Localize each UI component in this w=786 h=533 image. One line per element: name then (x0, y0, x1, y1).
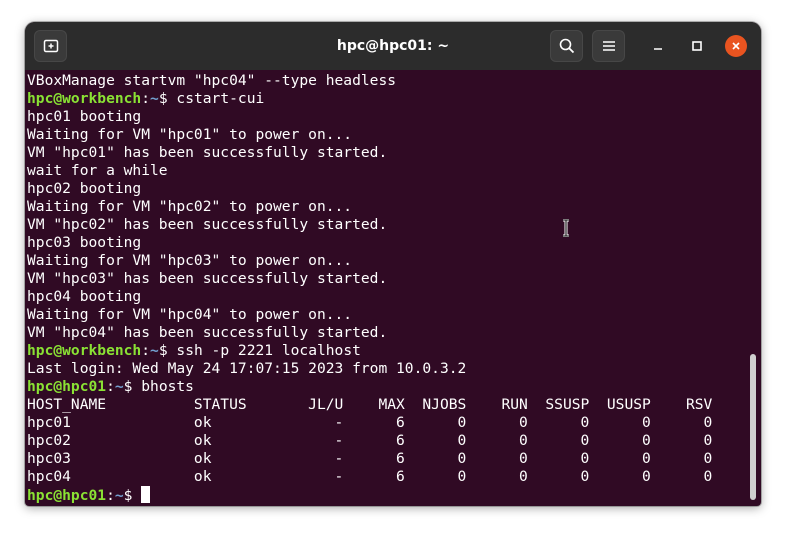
prompt-user: hpc@hpc01 (27, 487, 107, 504)
output-text: VM "hpc02" has been successfully started… (27, 216, 388, 233)
output-text: Waiting for VM "hpc03" to power on... (27, 252, 353, 269)
prompt-path: ~ (150, 342, 159, 359)
prompt-line: hpc@workbench:~$ ssh -p 2221 localhost (27, 342, 739, 360)
maximize-icon (692, 41, 702, 51)
output-line: VM "hpc01" has been successfully started… (27, 144, 739, 162)
prompt-separator: : (106, 487, 115, 504)
output-text: hpc01 ok - 6 0 0 0 0 0 (27, 414, 713, 431)
prompt-separator: : (141, 90, 151, 107)
prompt-user: hpc@workbench (27, 342, 142, 359)
output-line: hpc04 booting (27, 288, 739, 306)
output-text: VM "hpc03" has been successfully started… (27, 270, 388, 287)
output-text: VM "hpc04" has been successfully started… (27, 324, 388, 341)
output-line: hpc01 ok - 6 0 0 0 0 0 (27, 414, 739, 432)
output-line: hpc03 booting (27, 234, 739, 252)
output-text: Waiting for VM "hpc02" to power on... (27, 198, 353, 215)
output-line: Last login: Wed May 24 17:07:15 2023 fro… (27, 360, 739, 378)
maximize-button[interactable] (686, 35, 708, 57)
hamburger-menu-icon (602, 41, 615, 51)
output-text: wait for a while (27, 162, 168, 179)
search-icon (559, 38, 574, 54)
search-button[interactable] (550, 30, 583, 62)
prompt-user: hpc@workbench (27, 90, 142, 107)
prompt-user: hpc@hpc01 (27, 378, 107, 395)
prompt-separator: : (141, 342, 151, 359)
output-line: VM "hpc02" has been successfully started… (27, 216, 739, 234)
output-line: Waiting for VM "hpc03" to power on... (27, 252, 739, 270)
output-text: hpc01 booting (27, 108, 142, 125)
new-tab-button[interactable] (34, 30, 67, 62)
header-bar: hpc@hpc01: ~ (25, 22, 761, 70)
prompt-symbol: $ (158, 90, 177, 107)
terminal-window: hpc@hpc01: ~ VBoxManage startvm "hpc04" … (25, 22, 761, 506)
prompt-path: ~ (150, 90, 159, 107)
menu-button[interactable] (592, 30, 625, 62)
command-text: cstart-cui (176, 90, 265, 107)
prompt-path: ~ (114, 378, 124, 395)
output-text: VM "hpc01" has been successfully started… (27, 144, 388, 161)
output-text: HOST_NAME STATUS JL/U MAX NJOBS RUN SSUS… (27, 396, 713, 413)
command-text: ssh -p 2221 localhost (176, 342, 361, 359)
command-text: bhosts (141, 378, 194, 395)
output-text: hpc02 ok - 6 0 0 0 0 0 (27, 432, 713, 449)
prompt-line: hpc@workbench:~$ cstart-cui (27, 90, 739, 108)
output-text: Waiting for VM "hpc01" to power on... (27, 126, 353, 143)
output-line: VM "hpc04" has been successfully started… (27, 324, 739, 342)
text-cursor-icon (563, 219, 569, 237)
prompt-path: ~ (114, 487, 124, 504)
output-text: hpc02 booting (27, 180, 142, 197)
output-line: hpc02 booting (27, 180, 739, 198)
output-line: HOST_NAME STATUS JL/U MAX NJOBS RUN SSUS… (27, 396, 739, 414)
close-icon (732, 42, 740, 50)
output-text: Last login: Wed May 24 17:07:15 2023 fro… (27, 360, 467, 377)
output-line: hpc04 ok - 6 0 0 0 0 0 (27, 468, 739, 486)
output-line: VBoxManage startvm "hpc04" --type headle… (27, 72, 739, 90)
output-line: Waiting for VM "hpc02" to power on... (27, 198, 739, 216)
output-text: Waiting for VM "hpc04" to power on... (27, 306, 353, 323)
output-line: hpc02 ok - 6 0 0 0 0 0 (27, 432, 739, 450)
minimize-button[interactable] (647, 35, 669, 57)
minimize-icon (654, 48, 662, 50)
terminal-output[interactable]: VBoxManage startvm "hpc04" --type headle… (27, 70, 739, 506)
prompt-symbol: $ (123, 487, 142, 504)
output-line: Waiting for VM "hpc04" to power on... (27, 306, 739, 324)
close-button[interactable] (725, 35, 747, 57)
output-text: hpc04 booting (27, 288, 142, 305)
output-text: hpc03 booting (27, 234, 142, 251)
scrollbar[interactable] (750, 354, 756, 500)
output-line: Waiting for VM "hpc01" to power on... (27, 126, 739, 144)
output-text: hpc03 ok - 6 0 0 0 0 0 (27, 450, 713, 467)
output-line: hpc01 booting (27, 108, 739, 126)
prompt-line: hpc@hpc01:~$ bhosts (27, 378, 739, 396)
output-line: wait for a while (27, 162, 739, 180)
prompt-separator: : (106, 378, 115, 395)
terminal-cursor (141, 486, 151, 503)
output-line: hpc03 ok - 6 0 0 0 0 0 (27, 450, 739, 468)
prompt-symbol: $ (158, 342, 177, 359)
output-line: VM "hpc03" has been successfully started… (27, 270, 739, 288)
output-text: VBoxManage startvm "hpc04" --type headle… (27, 72, 397, 89)
prompt-symbol: $ (123, 378, 142, 395)
output-text: hpc04 ok - 6 0 0 0 0 0 (27, 468, 713, 485)
new-tab-icon (43, 39, 58, 53)
prompt-line: hpc@hpc01:~$ (27, 486, 739, 504)
